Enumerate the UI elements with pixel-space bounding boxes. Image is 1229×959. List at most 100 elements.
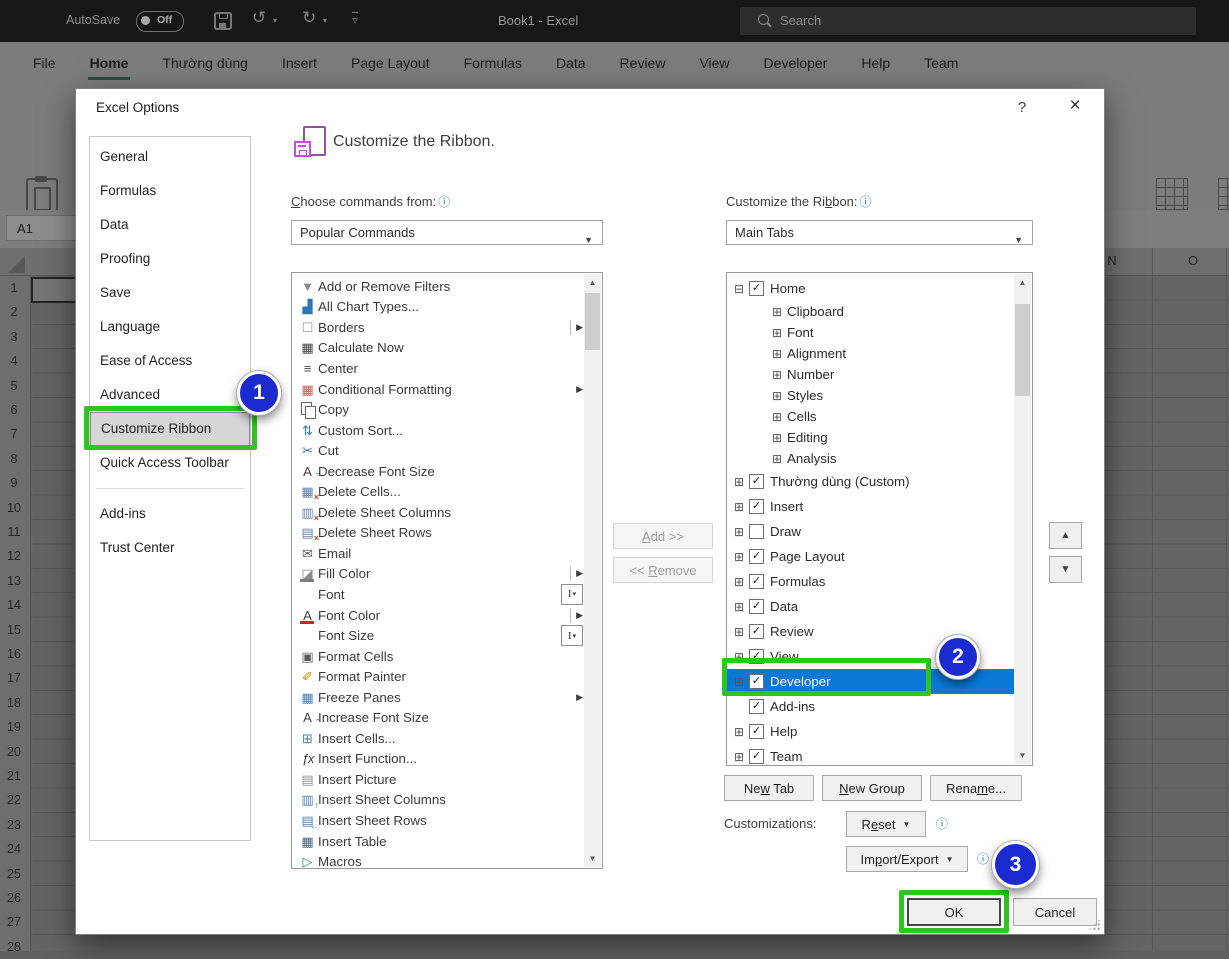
remove-button[interactable]: << Remove [613, 557, 713, 583]
row-header-14[interactable]: 14 [0, 593, 28, 617]
row-header-21[interactable]: 21 [0, 764, 28, 788]
tree-scrollbar[interactable]: ▲ ▼ [1014, 274, 1031, 764]
command-item-add-or-remove-filters[interactable]: ▼Add or Remove Filters [292, 276, 583, 297]
command-item-delete-sheet-columns[interactable]: ▥×Delete Sheet Columns [292, 502, 583, 523]
row-header-6[interactable]: 6 [0, 398, 28, 422]
row-header-11[interactable]: 11 [0, 520, 28, 544]
row-header-10[interactable]: 10 [0, 496, 28, 520]
row-header-22[interactable]: 22 [0, 788, 28, 812]
expand-plus-icon[interactable]: ⊞ [734, 725, 749, 739]
ribbon-tab-help[interactable]: Help [844, 42, 907, 84]
add-button[interactable]: Add >> [613, 523, 713, 549]
ribbon-tab-review[interactable]: Review [603, 42, 683, 84]
quick-access-toolbar-more-icon[interactable]: ▿ [352, 12, 358, 27]
expand-plus-icon[interactable]: ⊞ [734, 525, 749, 539]
scroll-down-icon[interactable]: ▼ [1014, 747, 1031, 764]
scroll-down-icon[interactable]: ▼ [584, 850, 601, 867]
command-item-font[interactable]: FontI▾ [292, 584, 583, 605]
close-button[interactable]: × [1062, 95, 1088, 117]
ribbon-tree-item-font[interactable]: ⊞Font [727, 322, 1014, 343]
expand-plus-icon[interactable]: ⊞ [734, 475, 749, 489]
help-button[interactable]: ? [1012, 99, 1032, 116]
sidebar-item-quick-access-toolbar[interactable]: Quick Access Toolbar [90, 446, 250, 480]
expand-plus-icon[interactable]: ⊞ [734, 750, 749, 764]
row-header-17[interactable]: 17 [0, 666, 28, 690]
row-header-2[interactable]: 2 [0, 300, 28, 324]
command-item-increase-font-size[interactable]: AˆIncrease Font Size [292, 707, 583, 728]
expand-minus-icon[interactable]: ⊟ [734, 282, 749, 296]
expand-plus-icon[interactable]: ⊞ [734, 625, 749, 639]
command-item-fill-color[interactable]: ◪Fill Color▶ [292, 564, 583, 585]
command-item-format-painter[interactable]: ✐Format Painter [292, 666, 583, 687]
ribbon-tab-data[interactable]: Data [539, 42, 603, 84]
expand-plus-icon[interactable]: ⊞ [772, 305, 787, 319]
column-header-n[interactable]: N [1107, 253, 1116, 268]
autosave-toggle[interactable]: Off [136, 11, 184, 32]
scroll-up-icon[interactable]: ▲ [1014, 274, 1031, 291]
expand-plus-icon[interactable]: ⊞ [734, 575, 749, 589]
command-item-borders[interactable]: ☐Borders▶ [292, 317, 583, 338]
command-item-font-color[interactable]: AFont Color▶ [292, 605, 583, 626]
command-item-format-cells[interactable]: ▣Format Cells [292, 646, 583, 667]
ribbon-tabs-dropdown[interactable]: Main Tabs ▼ [726, 220, 1033, 245]
checkbox-help[interactable]: ✓ [749, 724, 764, 739]
expand-plus-icon[interactable]: ⊞ [772, 452, 787, 466]
sidebar-item-proofing[interactable]: Proofing [90, 242, 250, 276]
search-box[interactable]: Search [740, 7, 1196, 35]
ribbon-tree-item-draw[interactable]: ⊞Draw [727, 519, 1014, 544]
row-header-5[interactable]: 5 [0, 374, 28, 398]
ribbon-tab-insert[interactable]: Insert [265, 42, 334, 84]
checkbox-data[interactable]: ✓ [749, 599, 764, 614]
reset-button[interactable]: Reset▼ [846, 811, 926, 837]
command-item-center[interactable]: ≡Center [292, 358, 583, 379]
command-item-cut[interactable]: ✂Cut [292, 440, 583, 461]
move-up-button[interactable]: ▲ [1049, 522, 1082, 549]
ribbon-tree-item-editing[interactable]: ⊞Editing [727, 427, 1014, 448]
ribbon-tree-item-page-layout[interactable]: ⊞✓Page Layout [727, 544, 1014, 569]
ribbon-tree-item-number[interactable]: ⊞Number [727, 364, 1014, 385]
command-item-decrease-font-size[interactable]: AˇDecrease Font Size [292, 461, 583, 482]
expand-plus-icon[interactable]: ⊞ [734, 500, 749, 514]
ribbon-tab-home[interactable]: Home [73, 42, 146, 84]
ribbon-tree-item-help[interactable]: ⊞✓Help [727, 719, 1014, 744]
ribbon-tree-item-add-ins[interactable]: ✓Add-ins [727, 694, 1014, 719]
checkbox-draw[interactable] [749, 524, 764, 539]
ribbon-tree-item-data[interactable]: ⊞✓Data [727, 594, 1014, 619]
expand-plus-icon[interactable]: ⊞ [772, 389, 787, 403]
command-item-custom-sort[interactable]: ⇅Custom Sort... [292, 420, 583, 441]
command-item-delete-sheet-rows[interactable]: ▤×Delete Sheet Rows [292, 523, 583, 544]
row-header-1[interactable]: 1 [0, 276, 28, 300]
command-item-all-chart-types[interactable]: ▟All Chart Types... [292, 297, 583, 318]
scroll-thumb[interactable] [585, 293, 600, 350]
command-item-macros[interactable]: ▷Macros [292, 851, 583, 869]
ribbon-tab-formulas[interactable]: Formulas [447, 42, 539, 84]
redo-icon[interactable]: ↻ [302, 8, 316, 28]
row-header-16[interactable]: 16 [0, 642, 28, 666]
selected-cell-a1[interactable] [31, 277, 78, 303]
sidebar-item-general[interactable]: General [90, 140, 250, 174]
scroll-up-icon[interactable]: ▲ [584, 274, 601, 291]
ribbon-tree-item-home[interactable]: ⊟✓Home [727, 276, 1014, 301]
expand-plus-icon[interactable]: ⊞ [772, 431, 787, 445]
row-header-8[interactable]: 8 [0, 447, 28, 471]
undo-icon[interactable]: ↺ [252, 8, 266, 28]
command-item-insert-sheet-columns[interactable]: ▥↑Insert Sheet Columns [292, 790, 583, 811]
expand-plus-icon[interactable]: ⊞ [772, 347, 787, 361]
row-header-23[interactable]: 23 [0, 813, 28, 837]
row-header-12[interactable]: 12 [0, 544, 28, 568]
checkbox-th-ng-d-ng-custom[interactable]: ✓ [749, 474, 764, 489]
move-down-button[interactable]: ▼ [1049, 556, 1082, 583]
expand-plus-icon[interactable]: ⊞ [772, 326, 787, 340]
row-header-27[interactable]: 27 [0, 910, 28, 934]
command-item-insert-sheet-rows[interactable]: ▤←Insert Sheet Rows [292, 810, 583, 831]
name-box[interactable]: A1 [6, 215, 76, 241]
column-header-o[interactable]: O [1188, 253, 1198, 268]
command-item-insert-cells[interactable]: ⊞Insert Cells... [292, 728, 583, 749]
row-header-20[interactable]: 20 [0, 740, 28, 764]
command-item-insert-table[interactable]: ▦Insert Table [292, 831, 583, 852]
checkbox-add-ins[interactable]: ✓ [749, 699, 764, 714]
row-header-28[interactable]: 28 [0, 935, 28, 959]
command-item-insert-picture[interactable]: ▤Insert Picture [292, 769, 583, 790]
ribbon-tree-item-analysis[interactable]: ⊞Analysis [727, 448, 1014, 469]
command-item-delete-cells[interactable]: ▦×Delete Cells... [292, 481, 583, 502]
